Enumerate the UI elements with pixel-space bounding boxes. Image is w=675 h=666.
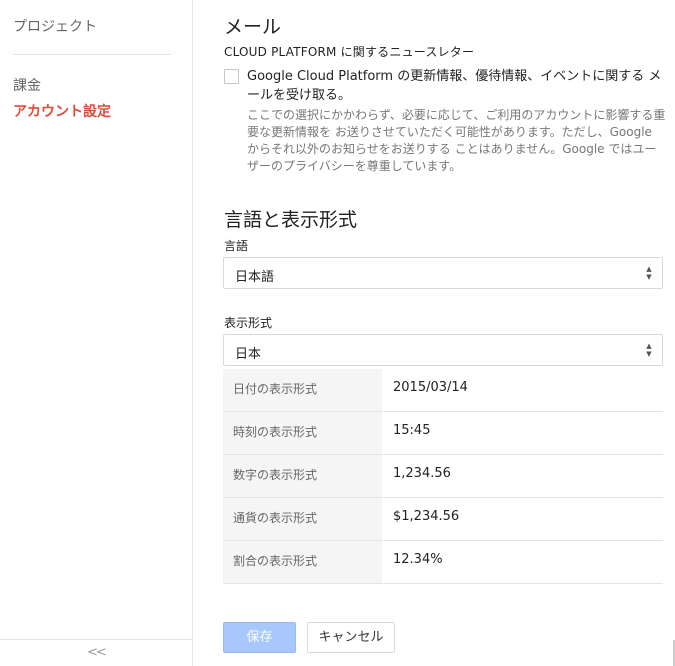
main-content: メール CLOUD PLATFORM に関するニュースレター Google Cl… [222,0,675,666]
sidebar: プロジェクト 課金 アカウント設定 << [0,0,193,666]
table-row: 割合の表示形式 12.34% [223,541,663,584]
format-label: 表示形式 [224,316,273,330]
format-select-value: 日本 [235,347,262,362]
format-key: 時刻の表示形式 [223,412,382,454]
format-value: 2015/03/14 [393,380,468,395]
newsletter-checkbox-label[interactable]: Google Cloud Platform の更新情報、優待情報、イベントに関す… [247,67,667,105]
sidebar-item-account-settings[interactable]: アカウント設定 [13,101,111,121]
email-section-title: メール [224,16,282,38]
format-value: $1,234.56 [393,509,460,524]
format-select[interactable]: 日本 ▲ ▼ [223,334,663,366]
language-select[interactable]: 日本語 ▲ ▼ [223,257,663,289]
language-label: 言語 [224,239,249,253]
sidebar-footer: << [0,639,192,666]
format-value: 12.34% [393,552,443,567]
collapse-sidebar-icon[interactable]: << [87,640,107,666]
table-row: 時刻の表示形式 15:45 [223,412,663,455]
cancel-button[interactable]: キャンセル [307,622,395,653]
format-value: 1,234.56 [393,466,451,481]
select-arrows-icon: ▲ ▼ [646,342,652,358]
save-button[interactable]: 保存 [223,622,296,653]
format-key: 日付の表示形式 [223,369,382,411]
table-row: 日付の表示形式 2015/03/14 [223,369,663,412]
format-key: 通貨の表示形式 [223,498,382,540]
format-value: 15:45 [393,423,431,438]
newsletter-description: ここでの選択にかかわらず、必要に応じて、ご利用のアカウントに影響する重要な更新情… [247,108,666,173]
select-arrows-icon: ▲ ▼ [646,265,652,281]
sidebar-item-billing[interactable]: 課金 [13,75,41,95]
newsletter-checkbox[interactable] [224,69,239,84]
sidebar-item-projects[interactable]: プロジェクト [13,16,97,36]
table-row: 数字の表示形式 1,234.56 [223,455,663,498]
format-preview-table: 日付の表示形式 2015/03/14 時刻の表示形式 15:45 数字の表示形式… [223,369,663,584]
language-select-value: 日本語 [235,270,275,285]
newsletter-subtitle: CLOUD PLATFORM に関するニュースレター [224,45,475,59]
format-key: 割合の表示形式 [223,541,382,583]
format-key: 数字の表示形式 [223,455,382,497]
sidebar-divider [13,54,171,55]
table-row: 通貨の表示形式 $1,234.56 [223,498,663,541]
locale-section-title: 言語と表示形式 [224,209,358,231]
